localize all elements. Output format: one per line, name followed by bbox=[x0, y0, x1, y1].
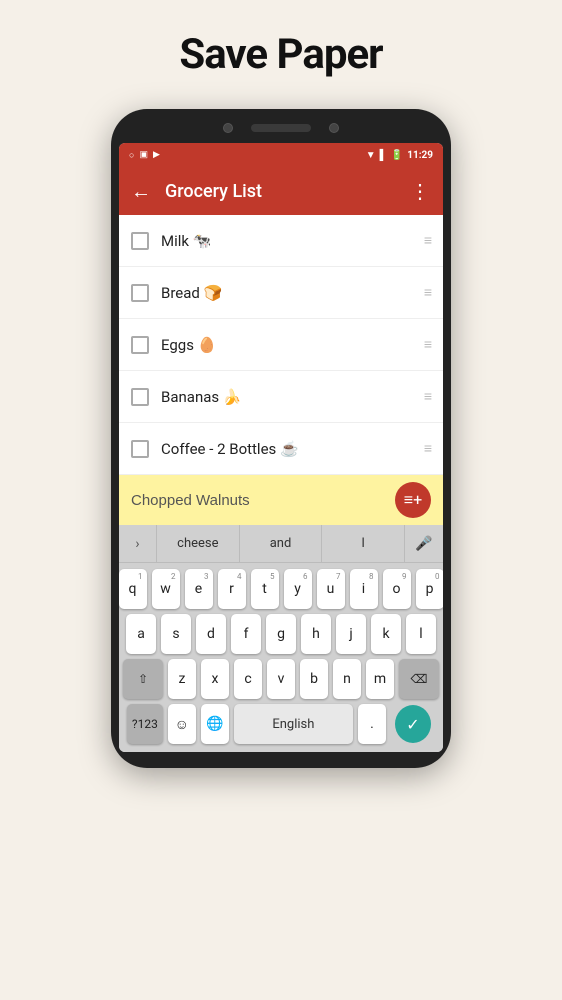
key-u[interactable]: 7u bbox=[317, 569, 345, 609]
done-wrap: ✓ bbox=[391, 705, 435, 743]
period-key[interactable]: . bbox=[358, 704, 386, 744]
new-item-input[interactable] bbox=[131, 492, 395, 509]
phone-frame: ○ ▣ ▶ ▼ ▌ 🔋 11:29 ← Grocery List ⋮ Milk … bbox=[111, 109, 451, 768]
key-row-4: ?123 ☺ 🌐 English . ✓ bbox=[123, 704, 439, 744]
item-label-3: Eggs 🥚 bbox=[161, 336, 424, 354]
list-item: Bread 🍞 ≡ bbox=[119, 267, 443, 319]
drag-handle-1[interactable]: ≡ bbox=[424, 232, 431, 249]
done-key[interactable]: ✓ bbox=[395, 705, 431, 743]
key-s[interactable]: s bbox=[161, 614, 191, 654]
shift-key[interactable]: ⇧ bbox=[123, 659, 163, 699]
camera-right bbox=[329, 123, 339, 133]
checkbox-4[interactable] bbox=[131, 388, 149, 406]
key-f[interactable]: f bbox=[231, 614, 261, 654]
key-r[interactable]: 4r bbox=[218, 569, 246, 609]
status-icon-circle: ○ bbox=[129, 150, 134, 161]
key-k[interactable]: k bbox=[371, 614, 401, 654]
key-j[interactable]: j bbox=[336, 614, 366, 654]
key-q[interactable]: 1q bbox=[119, 569, 147, 609]
status-icon-sim: ▣ bbox=[139, 150, 148, 160]
menu-button[interactable]: ⋮ bbox=[410, 179, 431, 203]
suggest-word-3[interactable]: I bbox=[322, 525, 405, 562]
list-item: Milk 🐄 ≡ bbox=[119, 215, 443, 267]
drag-handle-3[interactable]: ≡ bbox=[424, 336, 431, 353]
suggest-expand[interactable]: › bbox=[119, 525, 157, 562]
add-item-button[interactable]: ≡+ bbox=[395, 482, 431, 518]
drag-handle-4[interactable]: ≡ bbox=[424, 388, 431, 405]
space-key[interactable]: English bbox=[234, 704, 353, 744]
signal-icon: ▌ bbox=[380, 150, 387, 161]
list-item: Eggs 🥚 ≡ bbox=[119, 319, 443, 371]
app-bar-title: Grocery List bbox=[165, 181, 396, 202]
item-label-1: Milk 🐄 bbox=[161, 232, 424, 250]
battery-icon: 🔋 bbox=[391, 150, 403, 161]
key-n[interactable]: n bbox=[333, 659, 361, 699]
key-l[interactable]: l bbox=[406, 614, 436, 654]
item-label-2: Bread 🍞 bbox=[161, 284, 424, 302]
key-x[interactable]: x bbox=[201, 659, 229, 699]
checkbox-3[interactable] bbox=[131, 336, 149, 354]
key-e[interactable]: 3e bbox=[185, 569, 213, 609]
item-label-4: Bananas 🍌 bbox=[161, 388, 424, 406]
key-a[interactable]: a bbox=[126, 614, 156, 654]
status-bar: ○ ▣ ▶ ▼ ▌ 🔋 11:29 bbox=[119, 143, 443, 167]
wifi-icon: ▼ bbox=[366, 150, 376, 161]
checkbox-2[interactable] bbox=[131, 284, 149, 302]
key-o[interactable]: 9o bbox=[383, 569, 411, 609]
key-w[interactable]: 2w bbox=[152, 569, 180, 609]
status-left: ○ ▣ ▶ bbox=[129, 150, 160, 161]
key-row-1: 1q 2w 3e 4r 5t 6y 7u 8i 9o 0p bbox=[123, 569, 439, 609]
suggest-words: cheese and I bbox=[157, 525, 405, 562]
key-b[interactable]: b bbox=[300, 659, 328, 699]
sym-key[interactable]: ?123 bbox=[127, 704, 163, 744]
key-m[interactable]: m bbox=[366, 659, 394, 699]
item-label-5: Coffee - 2 Bottles ☕ bbox=[161, 440, 424, 458]
camera bbox=[223, 123, 233, 133]
list-item: Bananas 🍌 ≡ bbox=[119, 371, 443, 423]
phone-top-bar bbox=[119, 123, 443, 133]
drag-handle-2[interactable]: ≡ bbox=[424, 284, 431, 301]
key-v[interactable]: v bbox=[267, 659, 295, 699]
checkbox-5[interactable] bbox=[131, 440, 149, 458]
key-p[interactable]: 0p bbox=[416, 569, 444, 609]
emoji-key[interactable]: ☺ bbox=[168, 704, 196, 744]
key-g[interactable]: g bbox=[266, 614, 296, 654]
drag-handle-5[interactable]: ≡ bbox=[424, 440, 431, 457]
key-h[interactable]: h bbox=[301, 614, 331, 654]
key-row-2: a s d f g h j k l bbox=[123, 614, 439, 654]
list-item: Coffee - 2 Bottles ☕ ≡ bbox=[119, 423, 443, 475]
list-container: Milk 🐄 ≡ Bread 🍞 ≡ Eggs 🥚 ≡ Bananas 🍌 ≡ bbox=[119, 215, 443, 475]
back-button[interactable]: ← bbox=[131, 179, 151, 204]
mic-button[interactable]: 🎤 bbox=[405, 525, 443, 562]
key-z[interactable]: z bbox=[168, 659, 196, 699]
phone-screen: ○ ▣ ▶ ▼ ▌ 🔋 11:29 ← Grocery List ⋮ Milk … bbox=[119, 143, 443, 752]
key-row-3: ⇧ z x c v b n m ⌫ bbox=[123, 659, 439, 699]
app-bar: ← Grocery List ⋮ bbox=[119, 167, 443, 215]
add-icon: ≡+ bbox=[404, 490, 422, 510]
status-right: ▼ ▌ 🔋 11:29 bbox=[366, 150, 433, 161]
page-title: Save Paper bbox=[179, 30, 382, 79]
backspace-key[interactable]: ⌫ bbox=[399, 659, 439, 699]
key-d[interactable]: d bbox=[196, 614, 226, 654]
speaker bbox=[251, 124, 311, 132]
status-icon-play: ▶ bbox=[153, 150, 160, 160]
input-row: ≡+ bbox=[119, 475, 443, 525]
key-i[interactable]: 8i bbox=[350, 569, 378, 609]
keyboard: 1q 2w 3e 4r 5t 6y 7u 8i 9o 0p a s d f g … bbox=[119, 563, 443, 752]
key-c[interactable]: c bbox=[234, 659, 262, 699]
keyboard-suggestions: › cheese and I 🎤 bbox=[119, 525, 443, 563]
status-time: 11:29 bbox=[407, 150, 433, 161]
suggest-word-1[interactable]: cheese bbox=[157, 525, 240, 562]
suggest-word-2[interactable]: and bbox=[240, 525, 323, 562]
key-t[interactable]: 5t bbox=[251, 569, 279, 609]
key-y[interactable]: 6y bbox=[284, 569, 312, 609]
checkbox-1[interactable] bbox=[131, 232, 149, 250]
globe-key[interactable]: 🌐 bbox=[201, 704, 229, 744]
